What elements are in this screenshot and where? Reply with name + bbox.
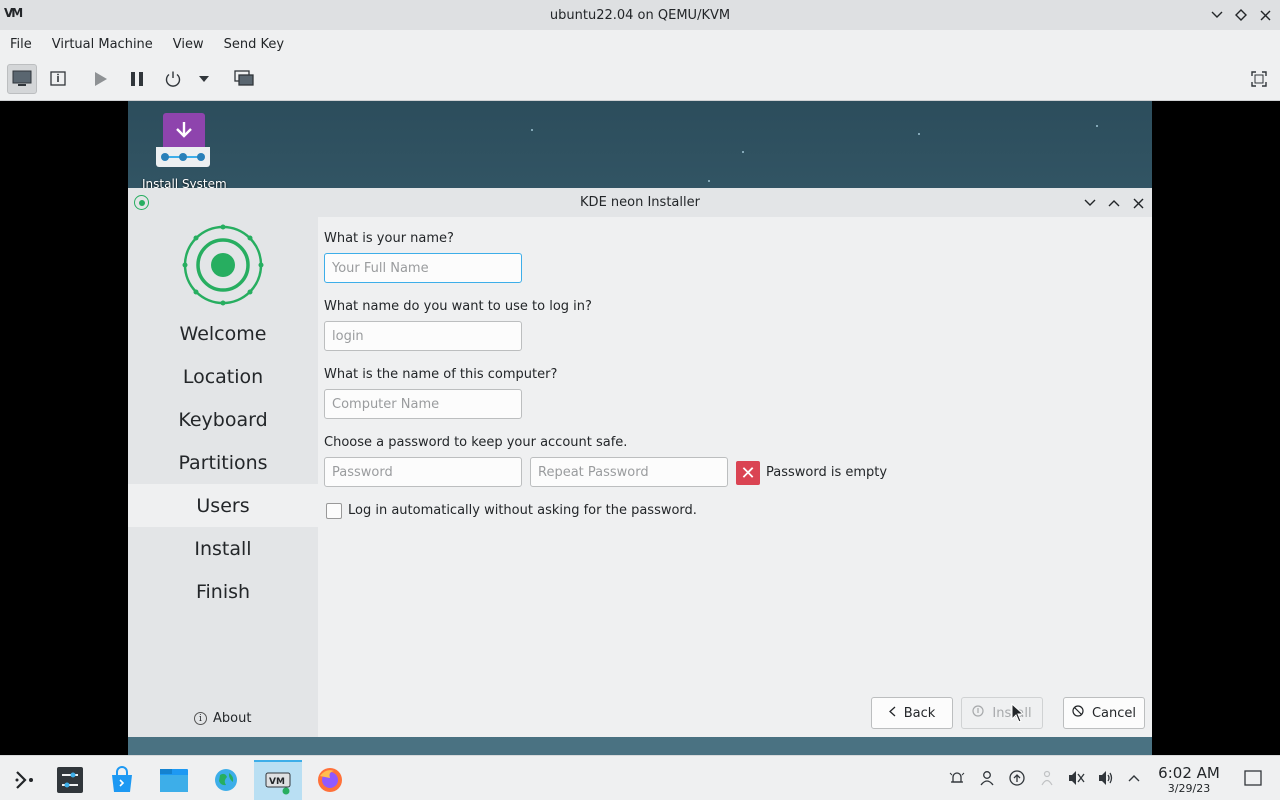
computer-question: What is the name of this computer?: [324, 367, 558, 382]
host-titlebar: VM ubuntu22.04 on QEMU/KVM: [0, 0, 1280, 30]
download-arrow-icon: [163, 113, 205, 147]
wallpaper-star: [742, 151, 744, 153]
about-button[interactable]: i About: [194, 711, 251, 726]
host-toolbar: [0, 58, 1280, 101]
wallpaper-star: [1096, 125, 1098, 127]
muted-audio-icon[interactable]: [1066, 768, 1086, 788]
discover-store-icon[interactable]: [98, 760, 146, 800]
name-question: What is your name?: [324, 231, 454, 246]
volume-icon[interactable]: [1096, 768, 1116, 788]
installer-window: KDE neon Installer Welcome Location Keyb…: [128, 188, 1152, 737]
step-location: Location: [182, 365, 264, 388]
clock-date: 3/29/23: [1167, 782, 1211, 795]
info-icon: i: [194, 712, 207, 725]
step-install: Install: [194, 537, 252, 560]
snapshots-icon[interactable]: [229, 64, 259, 94]
network-globe-icon[interactable]: [202, 760, 250, 800]
installer-app-icon: [134, 195, 149, 210]
menu-virtual-machine[interactable]: Virtual Machine: [52, 37, 153, 52]
cancel-label: Cancel: [1091, 705, 1137, 721]
cancel-button[interactable]: Cancel: [1063, 697, 1145, 729]
minimize-icon[interactable]: [1207, 5, 1227, 25]
repeat-password-input[interactable]: Repeat Password: [530, 457, 728, 487]
login-question: What name do you want to use to log in?: [324, 299, 592, 314]
host-menubar: File Virtual Machine View Send Key: [0, 30, 1280, 58]
login-input[interactable]: login: [324, 321, 522, 351]
wallpaper-star: [708, 180, 710, 182]
mouse-cursor-icon: [1011, 703, 1025, 723]
install-system-desktop-icon[interactable]: [156, 113, 212, 167]
taskbar: VM 6:02 AM 3/29/23: [0, 755, 1280, 800]
console-icon[interactable]: [7, 64, 37, 94]
step-welcome: Welcome: [179, 322, 267, 345]
installer-sidebar: Welcome Location Keyboard Partitions Use…: [128, 217, 318, 737]
step-users: Users: [128, 484, 318, 527]
autologin-label[interactable]: Log in automatically without asking for …: [348, 503, 697, 518]
install-button[interactable]: Install: [961, 697, 1043, 729]
menu-send-key[interactable]: Send Key: [224, 37, 284, 52]
updates-icon[interactable]: [1007, 768, 1027, 788]
password-question: Choose a password to keep your account s…: [324, 435, 628, 450]
run-icon[interactable]: [85, 64, 115, 94]
close-icon[interactable]: [1255, 5, 1275, 25]
details-icon[interactable]: [43, 64, 73, 94]
cancel-icon: [1072, 705, 1084, 721]
network-icon[interactable]: [1037, 768, 1057, 788]
virt-manager-logo-icon: VM: [4, 6, 23, 20]
clock-time: 6:02 AM: [1158, 764, 1220, 782]
firefox-icon[interactable]: [306, 760, 354, 800]
power-icon[interactable]: [158, 64, 188, 94]
about-label: About: [213, 711, 252, 726]
step-keyboard: Keyboard: [178, 408, 268, 431]
dropdown-arrow-icon[interactable]: [190, 64, 218, 94]
minimize-icon[interactable]: [1080, 193, 1100, 213]
show-desktop-icon[interactable]: [1243, 768, 1263, 788]
file-manager-icon[interactable]: [150, 760, 198, 800]
install-icon: [972, 705, 985, 721]
users-page: What is your name? Your Full Name What n…: [318, 217, 1152, 737]
maximize-icon[interactable]: [1231, 5, 1251, 25]
virt-manager-task-icon[interactable]: VM: [254, 760, 302, 800]
error-icon: ✕: [736, 461, 760, 485]
pause-icon[interactable]: [122, 64, 152, 94]
user-icon[interactable]: [977, 768, 997, 788]
chevron-left-icon: [888, 706, 896, 721]
notifications-icon[interactable]: [947, 768, 967, 788]
step-finish: Finish: [195, 580, 251, 603]
kde-neon-logo-icon: [182, 224, 264, 306]
autologin-checkbox[interactable]: [326, 503, 342, 519]
host-window-title: ubuntu22.04 on QEMU/KVM: [549, 7, 731, 23]
back-button[interactable]: Back: [871, 697, 953, 729]
step-partitions: Partitions: [178, 451, 268, 474]
system-settings-icon[interactable]: [46, 760, 94, 800]
wallpaper-star: [918, 133, 920, 135]
installer-window-title: KDE neon Installer: [580, 195, 700, 210]
wallpaper-star: [531, 129, 533, 131]
maximize-icon[interactable]: [1104, 193, 1124, 213]
fullscreen-icon[interactable]: [1244, 64, 1274, 94]
menu-file[interactable]: File: [10, 37, 32, 52]
show-hidden-icons-icon[interactable]: [1124, 768, 1144, 788]
svg-text:VM: VM: [269, 777, 285, 787]
application-launcher-icon[interactable]: [0, 760, 48, 800]
full-name-input[interactable]: Your Full Name: [324, 253, 522, 283]
password-input[interactable]: Password: [324, 457, 522, 487]
back-label: Back: [903, 705, 936, 721]
installer-titlebar: KDE neon Installer: [128, 188, 1152, 217]
drive-icon: [156, 147, 210, 167]
close-icon[interactable]: [1128, 193, 1148, 213]
password-error-message: Password is empty: [766, 465, 888, 480]
clock[interactable]: 6:02 AM 3/29/23: [1152, 764, 1226, 795]
computer-name-input[interactable]: Computer Name: [324, 389, 522, 419]
menu-view[interactable]: View: [173, 37, 204, 52]
